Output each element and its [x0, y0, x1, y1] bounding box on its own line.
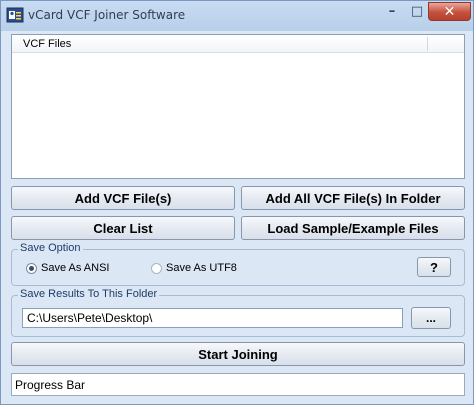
maximize-button[interactable]: □ — [404, 2, 430, 21]
save-folder-group: Save Results To This Folder ... — [11, 288, 465, 337]
clear-list-button[interactable]: Clear List — [11, 216, 235, 240]
help-button[interactable]: ? — [417, 257, 451, 277]
vcf-file-list[interactable]: VCF Files — [11, 34, 465, 179]
window-title: vCard VCF Joiner Software — [28, 8, 186, 22]
save-utf8-label[interactable]: Save As UTF8 — [166, 262, 237, 274]
title-bar[interactable]: vCard VCF Joiner Software – □ ✕ — [1, 1, 473, 31]
save-utf8-radio[interactable] — [151, 263, 162, 274]
start-joining-button[interactable]: Start Joining — [11, 342, 465, 366]
save-folder-label: Save Results To This Folder — [18, 288, 160, 300]
save-folder-input[interactable] — [22, 308, 403, 328]
column-divider[interactable] — [427, 37, 428, 51]
save-option-group: Save Option Save As ANSI Save As UTF8 ? — [11, 242, 465, 286]
close-button[interactable]: ✕ — [428, 2, 471, 21]
add-folder-button[interactable]: Add All VCF File(s) In Folder — [241, 186, 465, 210]
app-icon — [6, 6, 24, 24]
browse-button[interactable]: ... — [411, 307, 451, 329]
load-sample-files-button[interactable]: Load Sample/Example Files — [241, 216, 465, 240]
list-column-header[interactable]: VCF Files — [12, 35, 464, 53]
app-window: vCard VCF Joiner Software – □ ✕ VCF File… — [0, 0, 474, 405]
add-vcf-files-button[interactable]: Add VCF File(s) — [11, 186, 235, 210]
minimize-button[interactable]: – — [379, 2, 405, 21]
progress-label: Progress Bar — [15, 378, 86, 392]
save-ansi-label[interactable]: Save As ANSI — [41, 262, 109, 274]
progress-bar: Progress Bar — [11, 373, 465, 396]
column-header-vcf-files: VCF Files — [23, 38, 72, 50]
save-option-label: Save Option — [18, 242, 83, 254]
save-ansi-radio[interactable] — [26, 263, 37, 274]
